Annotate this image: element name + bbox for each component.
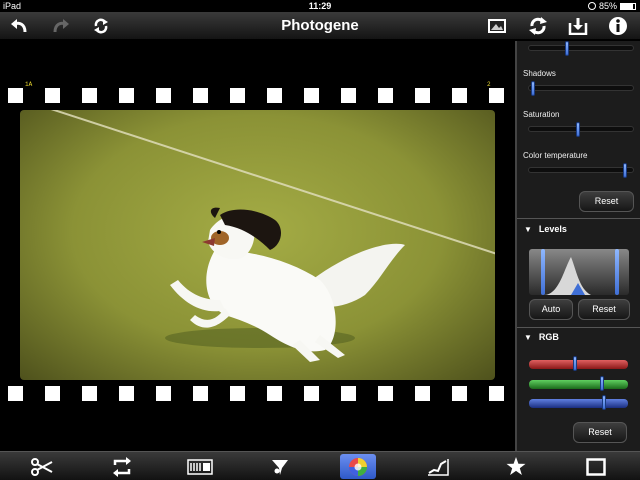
red-slider-knob[interactable] bbox=[572, 356, 577, 371]
brightness-slider[interactable] bbox=[528, 41, 634, 56]
green-slider-knob[interactable] bbox=[600, 376, 605, 391]
photo-image bbox=[20, 110, 495, 380]
levels-reset-button[interactable]: Reset bbox=[578, 299, 630, 320]
saturation-slider-knob[interactable] bbox=[575, 122, 580, 137]
filter-icon[interactable] bbox=[262, 454, 298, 479]
film-holes-bottom bbox=[8, 386, 508, 402]
blue-slider-knob[interactable] bbox=[602, 395, 607, 410]
levels-low-handle[interactable] bbox=[541, 249, 545, 295]
divider bbox=[517, 218, 640, 219]
status-right: 85% bbox=[587, 0, 636, 12]
levels-histogram[interactable] bbox=[529, 249, 629, 295]
disclosure-triangle-icon: ▼ bbox=[524, 333, 532, 342]
shadows-label: Shadows bbox=[523, 69, 556, 78]
auto-button[interactable]: Auto bbox=[529, 299, 573, 320]
red-slider[interactable] bbox=[529, 356, 628, 371]
shadows-slider-knob[interactable] bbox=[531, 81, 536, 96]
film-frame-label-right: 2 bbox=[487, 81, 491, 88]
dog-figure bbox=[165, 207, 405, 362]
share-icon[interactable] bbox=[527, 15, 549, 37]
levels-label: Levels bbox=[538, 224, 567, 234]
bottom-toolbar bbox=[0, 451, 640, 480]
saturation-slider[interactable] bbox=[528, 122, 634, 137]
color-temperature-label: Color temperature bbox=[523, 151, 588, 160]
divider bbox=[517, 327, 640, 328]
adjustment-panel: Shadows Saturation Color temperature Res… bbox=[515, 41, 640, 451]
frames-icon[interactable] bbox=[182, 454, 218, 479]
reset-button[interactable]: Reset bbox=[579, 191, 634, 212]
rgb-reset-button[interactable]: Reset bbox=[573, 422, 627, 443]
brightness-slider-knob[interactable] bbox=[565, 41, 570, 56]
info-icon[interactable] bbox=[607, 15, 629, 37]
film-frame-label-left: 1A bbox=[25, 81, 33, 88]
disclosure-triangle-icon: ▼ bbox=[524, 225, 532, 234]
levels-high-handle[interactable] bbox=[615, 249, 619, 295]
image-library-icon[interactable] bbox=[486, 15, 508, 37]
clock: 11:29 bbox=[308, 1, 332, 11]
green-slider[interactable] bbox=[529, 376, 628, 391]
save-icon[interactable] bbox=[567, 15, 589, 37]
color-wheel-icon[interactable] bbox=[340, 454, 376, 479]
blue-slider[interactable] bbox=[529, 395, 628, 410]
frame-square-icon[interactable] bbox=[578, 454, 614, 479]
saturation-label: Saturation bbox=[523, 110, 560, 119]
color-temperature-slider[interactable] bbox=[528, 163, 634, 178]
rotation-lock-icon bbox=[587, 2, 596, 10]
color-temperature-slider-knob[interactable] bbox=[622, 163, 627, 178]
rgb-section-header[interactable]: ▼ RGB bbox=[524, 332, 559, 342]
curve-icon[interactable] bbox=[420, 454, 456, 479]
levels-section-header[interactable]: ▼ Levels bbox=[524, 224, 567, 234]
status-bar: iPad 11:29 85% bbox=[0, 0, 640, 12]
nav-bar: Photogene bbox=[0, 12, 640, 40]
repeat-icon[interactable] bbox=[104, 454, 140, 479]
battery-percent: 85% bbox=[598, 1, 617, 11]
star-icon[interactable] bbox=[498, 454, 534, 479]
battery-icon bbox=[620, 2, 636, 10]
scissors-icon[interactable] bbox=[24, 454, 60, 479]
shadows-slider[interactable] bbox=[528, 81, 634, 96]
film-holes-top bbox=[8, 88, 508, 104]
rgb-label: RGB bbox=[538, 332, 559, 342]
photo-canvas[interactable]: 1A 2 bbox=[0, 41, 515, 451]
